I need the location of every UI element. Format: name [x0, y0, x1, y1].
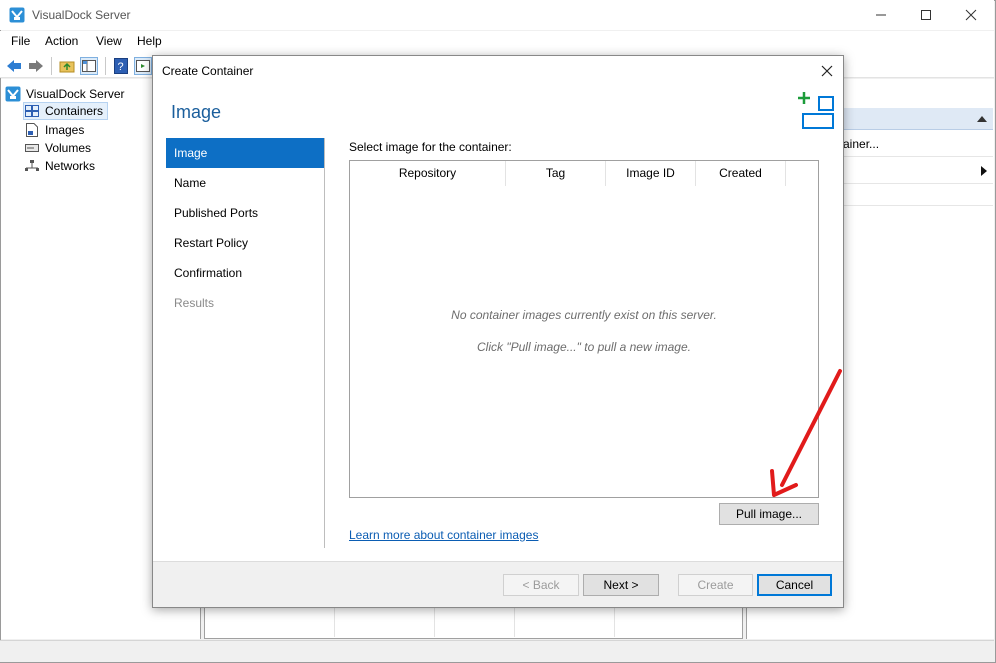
- show-hide-action-pane-icon[interactable]: [134, 57, 152, 75]
- tree-item-networks[interactable]: Networks: [24, 157, 95, 175]
- tree-item-label: Images: [45, 123, 85, 137]
- maximize-button[interactable]: [903, 0, 949, 30]
- submenu-arrow-icon: [981, 166, 987, 176]
- tree-item-containers[interactable]: Containers: [23, 102, 109, 120]
- action-item-label: ainer...: [843, 137, 880, 151]
- menu-file[interactable]: File: [11, 34, 30, 48]
- create-button[interactable]: Create: [678, 574, 753, 596]
- minimize-icon: [876, 14, 886, 16]
- close-icon: [821, 65, 833, 77]
- column-header-repository[interactable]: Repository: [350, 161, 506, 186]
- images-list[interactable]: Repository Tag Image ID Created No conta…: [349, 160, 819, 498]
- column-divider: [334, 607, 335, 637]
- volumes-icon: [24, 140, 40, 156]
- cancel-button[interactable]: Cancel: [757, 574, 832, 596]
- dialog-title-bar: [153, 56, 843, 86]
- toolbar-separator: [105, 57, 106, 75]
- tree-item-images[interactable]: Images: [24, 121, 84, 139]
- page-heading: Image: [171, 102, 222, 122]
- action-item[interactable]: [843, 186, 993, 206]
- toolbar-separator: [51, 57, 52, 75]
- window-title: VisualDock Server: [32, 8, 131, 22]
- containers-icon: [24, 103, 40, 119]
- column-header-image-id[interactable]: Image ID: [606, 161, 696, 186]
- column-header-created[interactable]: Created: [696, 161, 786, 186]
- up-folder-icon[interactable]: [58, 57, 76, 75]
- maximize-icon: [921, 10, 931, 20]
- tree-item-volumes[interactable]: Volumes: [24, 139, 91, 157]
- minimize-button[interactable]: [858, 0, 904, 30]
- wizard-step-published-ports[interactable]: Published Ports: [166, 198, 324, 228]
- wizard-step-image[interactable]: Image: [166, 138, 324, 168]
- learn-more-link[interactable]: Learn more about container images: [349, 528, 538, 542]
- forward-arrow-icon[interactable]: [27, 57, 45, 75]
- close-window-button[interactable]: [948, 0, 994, 30]
- nav-divider: [324, 138, 325, 548]
- wizard-step-confirmation[interactable]: Confirmation: [166, 258, 324, 288]
- networks-icon: [24, 158, 40, 174]
- back-arrow-icon[interactable]: [5, 57, 23, 75]
- create-container-dialog: Create Container Image Image Name Publis…: [152, 55, 844, 608]
- tree-item-label: Containers: [45, 104, 104, 118]
- wizard-step-results: Results: [174, 296, 215, 310]
- menu-view[interactable]: View: [96, 34, 122, 48]
- svg-text:?: ?: [118, 61, 124, 73]
- back-button[interactable]: < Back: [503, 574, 579, 596]
- column-header-tag[interactable]: Tag: [506, 161, 606, 186]
- pull-image-button[interactable]: Pull image...: [719, 503, 819, 525]
- annotation-arrow-icon: [770, 369, 842, 497]
- column-divider: [514, 607, 515, 637]
- app-icon: [9, 7, 25, 23]
- images-icon: [24, 122, 40, 138]
- help-icon[interactable]: ?: [112, 57, 130, 75]
- next-button[interactable]: Next >: [583, 574, 659, 596]
- tree-root[interactable]: VisualDock Server: [5, 85, 124, 103]
- menu-action[interactable]: Action: [45, 34, 78, 48]
- close-icon: [965, 9, 977, 21]
- wizard-step-name[interactable]: Name: [166, 168, 324, 198]
- select-image-label: Select image for the container:: [349, 140, 512, 154]
- server-icon: [5, 86, 21, 102]
- tree-root-label: VisualDock Server: [26, 87, 125, 101]
- actions-section-header[interactable]: [843, 108, 993, 130]
- column-divider: [614, 607, 615, 637]
- title-bar: [0, 0, 994, 30]
- collapse-arrow-icon: [977, 116, 987, 122]
- tree-item-label: Networks: [45, 159, 96, 173]
- status-bar: [0, 640, 994, 662]
- show-hide-tree-icon[interactable]: [80, 57, 98, 75]
- menu-help[interactable]: Help: [137, 34, 162, 48]
- column-divider: [434, 607, 435, 637]
- dialog-close-button[interactable]: [816, 60, 838, 82]
- empty-state-message: No container images currently exist on t…: [451, 308, 717, 322]
- wizard-step-restart-policy[interactable]: Restart Policy: [166, 228, 324, 258]
- add-container-icon: [798, 92, 834, 129]
- wizard-steps: Image Name Published Ports Restart Polic…: [166, 138, 324, 318]
- dialog-title: Create Container: [162, 64, 254, 78]
- empty-state-hint: Click "Pull image..." to pull a new imag…: [477, 340, 691, 354]
- action-item-new-container[interactable]: ainer...: [843, 131, 993, 157]
- action-item-view[interactable]: [843, 158, 993, 184]
- tree-item-label: Volumes: [45, 141, 92, 155]
